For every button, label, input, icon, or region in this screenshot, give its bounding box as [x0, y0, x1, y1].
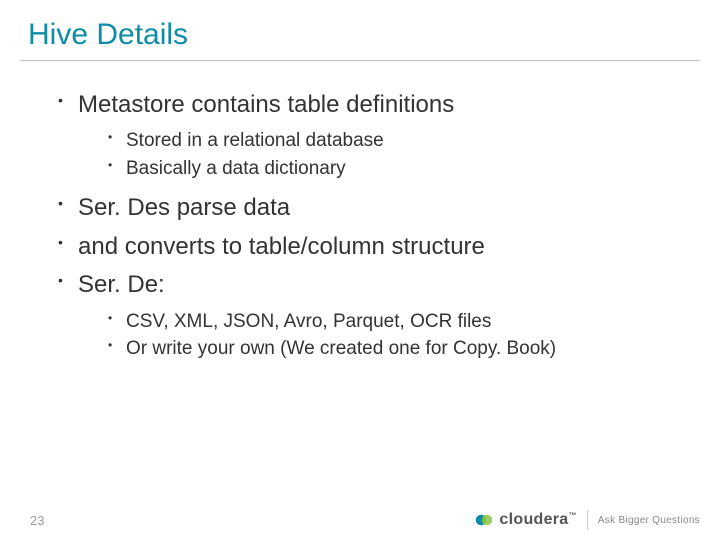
bullet-item: Ser. Des parse data: [58, 192, 680, 224]
sub-bullet-item: Or write your own (We created one for Co…: [108, 335, 680, 363]
bullet-text: Ser. De:: [78, 271, 165, 298]
sub-bullet-item: Stored in a relational database: [108, 127, 680, 155]
bullet-item: Ser. De: CSV, XML, JSON, Avro, Parquet, …: [58, 269, 680, 362]
sub-bullet-list: Stored in a relational database Basicall…: [108, 127, 680, 182]
bullet-list: Metastore contains table definitions Sto…: [58, 89, 680, 363]
footer: 23 cloudera™ Ask Bigger Questions: [0, 500, 720, 540]
sub-bullet-list: CSV, XML, JSON, Avro, Parquet, OCR files…: [108, 308, 680, 363]
slide-title: Hive Details: [0, 0, 720, 58]
sub-bullet-item: CSV, XML, JSON, Avro, Parquet, OCR files: [108, 308, 680, 336]
cloudera-logo-icon: [475, 511, 493, 529]
brand-name: cloudera™: [499, 511, 576, 529]
bullet-item: Metastore contains table definitions Sto…: [58, 89, 680, 182]
brand-logo: cloudera™: [475, 511, 576, 529]
bullet-text: Metastore contains table definitions: [78, 91, 454, 118]
content-area: Metastore contains table definitions Sto…: [0, 61, 720, 363]
brand: cloudera™ Ask Bigger Questions: [475, 510, 700, 530]
brand-separator: [587, 510, 588, 530]
bullet-item: and converts to table/column structure: [58, 231, 680, 263]
slide: Hive Details Metastore contains table de…: [0, 0, 720, 540]
page-number: 23: [30, 513, 44, 528]
sub-bullet-item: Basically a data dictionary: [108, 155, 680, 183]
brand-tagline: Ask Bigger Questions: [598, 515, 700, 526]
